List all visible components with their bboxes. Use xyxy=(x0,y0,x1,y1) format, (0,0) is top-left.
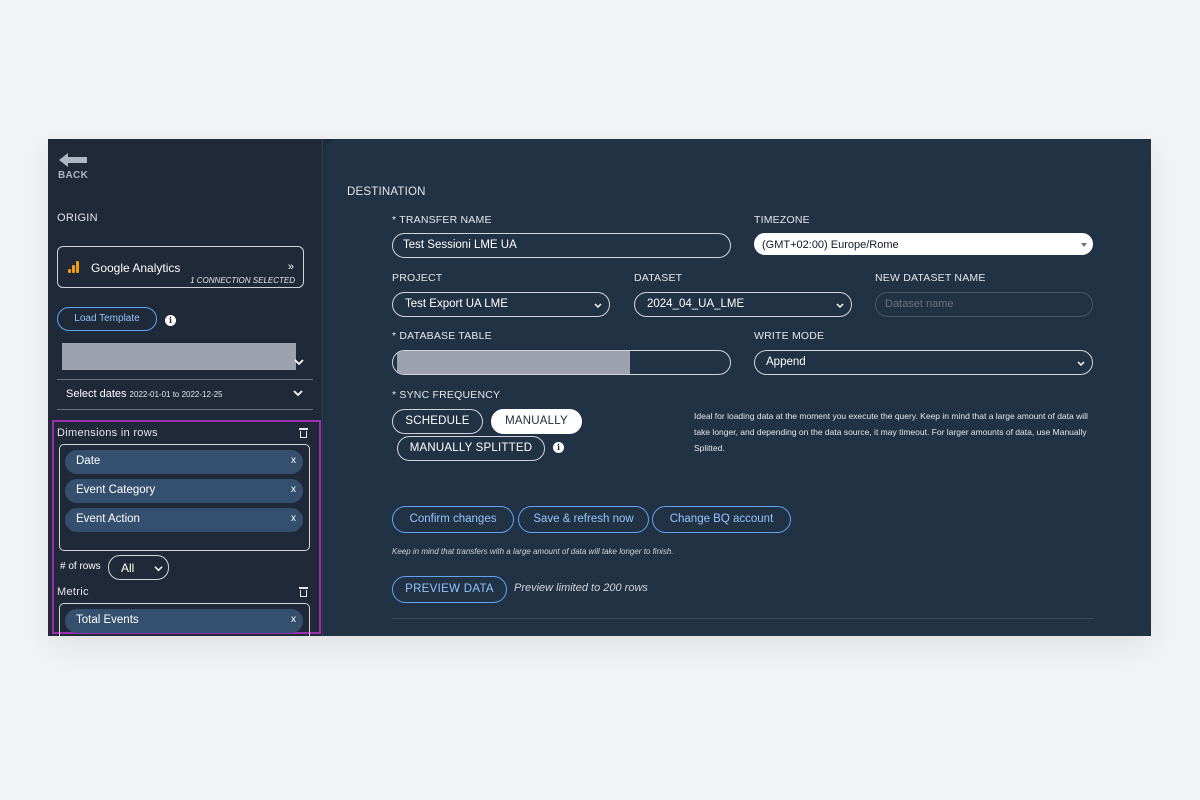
trash-icon[interactable] xyxy=(299,427,308,438)
dataset-label: DATASET xyxy=(634,272,683,284)
redacted-table-name xyxy=(397,351,630,374)
confirm-changes-button[interactable]: Confirm changes xyxy=(392,506,514,533)
dates-range: 2022-01-01 to 2022-12-25 xyxy=(129,390,223,399)
project-label: PROJECT xyxy=(392,272,443,284)
destination-panel: DESTINATION * TRANSFER NAME Test Session… xyxy=(324,139,1151,636)
write-mode-label: WRITE MODE xyxy=(754,330,825,342)
dimension-pill[interactable]: Event Category x xyxy=(65,479,303,503)
connection-count: 1 CONNECTION SELECTED xyxy=(190,276,295,285)
dataset-select[interactable]: 2024_04_UA_LME xyxy=(634,292,852,317)
database-table-input[interactable] xyxy=(392,350,731,375)
new-dataset-input[interactable]: Dataset name xyxy=(875,292,1093,317)
sync-manually-splitted-option[interactable]: MANUALLY SPLITTED xyxy=(397,436,545,461)
divider xyxy=(57,409,313,410)
rows-select[interactable]: All xyxy=(108,555,169,580)
destination-title: DESTINATION xyxy=(347,186,426,198)
dataset-value: 2024_04_UA_LME xyxy=(647,298,745,310)
dimensions-list: Date x Event Category x Event Action x xyxy=(59,444,310,551)
transfer-name-label: * TRANSFER NAME xyxy=(392,214,492,226)
preview-data-button[interactable]: PREVIEW DATA xyxy=(392,576,507,603)
project-value: Test Export UA LME xyxy=(405,298,508,310)
info-icon[interactable]: i xyxy=(553,442,564,453)
redacted-account xyxy=(62,343,296,370)
dimension-pill[interactable]: Event Action x xyxy=(65,508,303,532)
chevron-down-icon xyxy=(293,390,303,397)
transfer-name-value: Test Sessioni LME UA xyxy=(403,239,517,251)
source-name: Google Analytics xyxy=(91,261,181,275)
rows-label: # of rows xyxy=(60,561,101,572)
change-bq-account-button[interactable]: Change BQ account xyxy=(652,506,791,533)
chevron-right-icon: » xyxy=(287,261,294,273)
new-dataset-label: NEW DATASET NAME xyxy=(875,272,986,284)
divider xyxy=(392,618,1094,619)
source-card[interactable]: Google Analytics » 1 CONNECTION SELECTED xyxy=(57,246,304,288)
timezone-label: TIMEZONE xyxy=(754,214,810,226)
metric-list: Total Events x xyxy=(59,603,310,636)
arrow-left-icon xyxy=(59,153,87,167)
sync-frequency-label: * SYNC FREQUENCY xyxy=(392,389,501,401)
remove-icon[interactable]: x xyxy=(291,614,296,625)
remove-icon[interactable]: x xyxy=(291,513,296,524)
dimension-label: Event Category xyxy=(76,484,156,496)
account-select[interactable] xyxy=(57,343,313,373)
write-mode-select[interactable]: Append xyxy=(754,350,1093,375)
save-refresh-button[interactable]: Save & refresh now xyxy=(518,506,649,533)
info-icon[interactable]: i xyxy=(165,315,176,326)
metric-label: Total Events xyxy=(76,614,139,626)
write-mode-value: Append xyxy=(766,356,806,368)
date-range-select[interactable]: Select dates 2022-01-01 to 2022-12-25 xyxy=(57,379,313,407)
sync-schedule-option[interactable]: SCHEDULE xyxy=(392,409,483,434)
dimension-label: Event Action xyxy=(76,513,140,525)
transfer-note: Keep in mind that transfers with a large… xyxy=(392,547,674,556)
timezone-select[interactable]: (GMT+02:00) Europe/Rome xyxy=(754,233,1093,255)
load-template-button[interactable]: Load Template xyxy=(57,307,157,331)
chevron-down-icon xyxy=(836,303,844,309)
new-dataset-placeholder: Dataset name xyxy=(885,298,954,310)
metric-title: Metric xyxy=(57,586,89,598)
trash-icon[interactable] xyxy=(299,586,308,597)
transfer-name-input[interactable]: Test Sessioni LME UA xyxy=(392,233,731,258)
dates-label: Select dates 2022-01-01 to 2022-12-25 xyxy=(66,388,223,400)
sidebar: BACK ORIGIN Google Analytics » 1 CONNECT… xyxy=(48,139,323,636)
dimensions-title: Dimensions in rows xyxy=(57,427,158,439)
chevron-down-icon xyxy=(294,359,304,366)
chevron-down-icon xyxy=(594,303,602,309)
timezone-value: (GMT+02:00) Europe/Rome xyxy=(762,239,899,251)
rows-value: All xyxy=(121,561,135,575)
chevron-down-icon xyxy=(154,566,163,572)
metric-pill[interactable]: Total Events x xyxy=(65,609,303,633)
database-table-label: * DATABASE TABLE xyxy=(392,330,492,342)
chevron-down-icon xyxy=(1077,361,1085,367)
sync-help-text: Ideal for loading data at the moment you… xyxy=(694,411,1088,453)
back-label: BACK xyxy=(58,170,89,181)
app-window: BACK ORIGIN Google Analytics » 1 CONNECT… xyxy=(48,139,1151,636)
sync-manually-option[interactable]: MANUALLY xyxy=(491,409,582,434)
google-analytics-icon xyxy=(68,261,80,273)
preview-note: Preview limited to 200 rows xyxy=(514,582,648,594)
dimension-pill[interactable]: Date x xyxy=(65,450,303,474)
origin-title: ORIGIN xyxy=(57,212,98,224)
dimension-label: Date xyxy=(76,455,101,467)
remove-icon[interactable]: x xyxy=(291,455,296,466)
project-select[interactable]: Test Export UA LME xyxy=(392,292,610,317)
caret-down-icon xyxy=(1081,243,1087,247)
remove-icon[interactable]: x xyxy=(291,484,296,495)
back-button[interactable]: BACK xyxy=(58,153,88,181)
